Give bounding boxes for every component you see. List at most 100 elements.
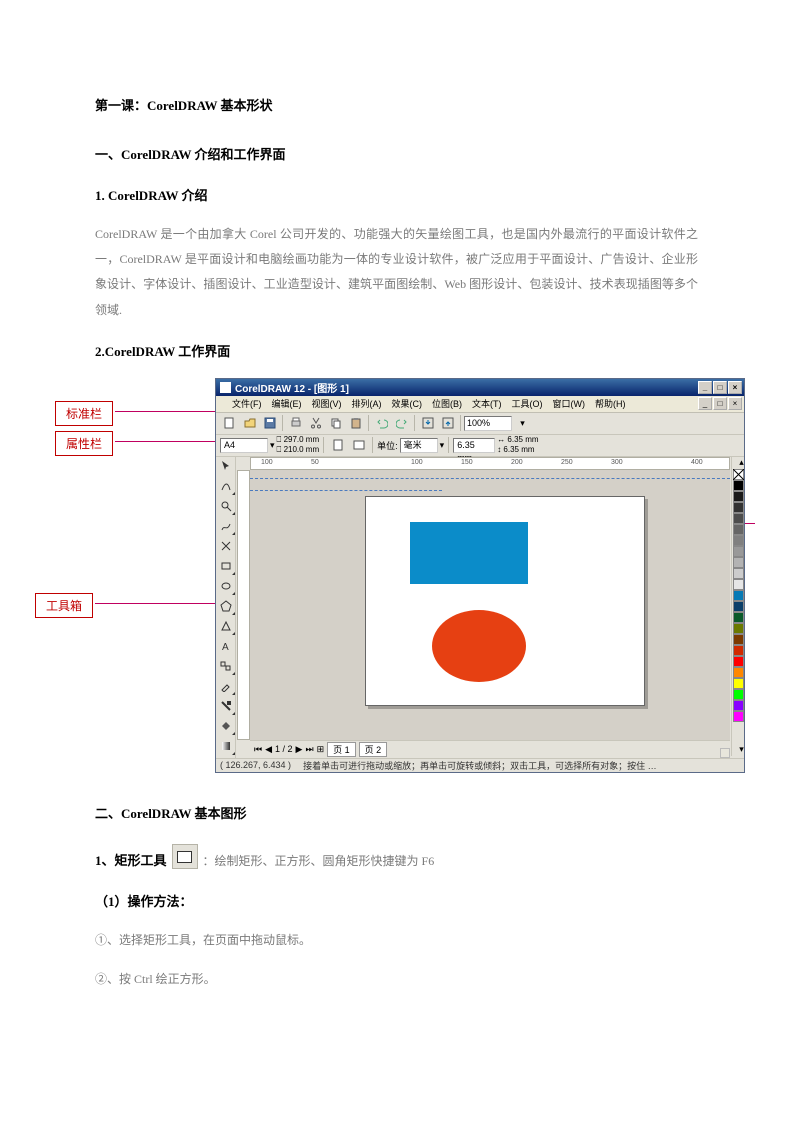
swatch[interactable]: [733, 623, 744, 634]
page-navigator: ⏮ ◀ 1 / 2 ▶ ⏭ ⊞ 页 1 页 2: [250, 740, 730, 758]
swatch[interactable]: [733, 678, 744, 689]
rectangle-tool-inline-icon: [172, 844, 198, 869]
shape-tool-icon[interactable]: [216, 477, 236, 497]
swatch[interactable]: [733, 645, 744, 656]
swatch[interactable]: [733, 579, 744, 590]
outline-tool-icon[interactable]: [216, 697, 236, 717]
menu-file[interactable]: 文件(F): [232, 397, 262, 410]
undo-icon[interactable]: [372, 414, 391, 432]
canvas[interactable]: [250, 470, 730, 740]
import-icon[interactable]: [418, 414, 437, 432]
page-tab-2[interactable]: 页 2: [359, 742, 388, 757]
swatch[interactable]: [733, 535, 744, 546]
swatch[interactable]: [733, 667, 744, 678]
basic-shapes-tool-icon[interactable]: [216, 617, 236, 637]
close-button[interactable]: ×: [728, 381, 742, 394]
swatch[interactable]: [733, 546, 744, 557]
minimize-button[interactable]: _: [698, 381, 712, 394]
menu-tools[interactable]: 工具(O): [512, 397, 543, 410]
zoom-field[interactable]: 100%: [464, 416, 512, 431]
freehand-tool-icon[interactable]: [216, 517, 236, 537]
color-palette: ▴: [731, 457, 744, 756]
menu-text[interactable]: 文本(T): [472, 397, 502, 410]
pick-tool-icon[interactable]: [216, 457, 236, 477]
menu-help[interactable]: 帮助(H): [595, 397, 626, 410]
label-standard-bar: 标准栏: [55, 401, 113, 426]
eyedropper-tool-icon[interactable]: [216, 677, 236, 697]
swatch[interactable]: [733, 656, 744, 667]
swatch-none[interactable]: [733, 469, 744, 480]
menu-window[interactable]: 窗口(W): [553, 397, 586, 410]
swatch[interactable]: [733, 634, 744, 645]
paper-field[interactable]: A4: [220, 438, 268, 453]
operation-step-1: ①、选择矩形工具，在页面中拖动鼠标。: [95, 928, 698, 953]
unit-label: 单位:: [377, 439, 398, 452]
horizontal-ruler[interactable]: 100 50 100 150 200 250 300 400: [250, 457, 730, 470]
swatch[interactable]: [733, 612, 744, 623]
interactive-blend-tool-icon[interactable]: [216, 657, 236, 677]
mdi-close-button[interactable]: ×: [728, 397, 742, 410]
redo-icon[interactable]: [392, 414, 411, 432]
menu-edit[interactable]: 编辑(E): [272, 397, 302, 410]
zoom-tool-icon[interactable]: [216, 497, 236, 517]
cursor-coords: ( 126.267, 6.434 ): [220, 760, 291, 770]
nudge-field[interactable]: 6.35 mm: [453, 438, 495, 453]
operation-step-2: ②、按 Ctrl 绘正方形。: [95, 967, 698, 992]
last-page-icon[interactable]: ⏭: [305, 744, 313, 755]
menu-bitmaps[interactable]: 位图(B): [432, 397, 462, 410]
paste-icon[interactable]: [346, 414, 365, 432]
swatch[interactable]: [733, 480, 744, 491]
smart-draw-tool-icon[interactable]: [216, 537, 236, 557]
menu-effects[interactable]: 效果(C): [392, 397, 423, 410]
page-width[interactable]: 297.0 mm: [284, 435, 320, 444]
new-icon[interactable]: [220, 414, 239, 432]
swatch[interactable]: [733, 601, 744, 612]
blue-rectangle-shape[interactable]: [410, 522, 528, 584]
text-tool-icon[interactable]: A: [216, 637, 236, 657]
swatch[interactable]: [733, 502, 744, 513]
swatch[interactable]: [733, 568, 744, 579]
ellipse-tool-icon[interactable]: [216, 577, 236, 597]
mdi-minimize-button[interactable]: _: [698, 397, 712, 410]
export-icon[interactable]: [438, 414, 457, 432]
fill-tool-icon[interactable]: [216, 717, 236, 737]
copy-icon[interactable]: [326, 414, 345, 432]
page-tab-1[interactable]: 页 1: [327, 742, 356, 757]
rectangle-tool-icon[interactable]: [216, 557, 236, 577]
page-height[interactable]: 210.0 mm: [284, 445, 320, 454]
unit-field[interactable]: 毫米: [400, 438, 438, 453]
section-2-heading: 二、CorelDRAW 基本图形: [95, 803, 698, 822]
first-page-icon[interactable]: ⏮: [254, 744, 262, 755]
add-page-icon[interactable]: ⊞: [317, 744, 325, 755]
swatch[interactable]: [733, 513, 744, 524]
swatch[interactable]: [733, 491, 744, 502]
swatch[interactable]: [733, 700, 744, 711]
cut-icon[interactable]: [306, 414, 325, 432]
red-ellipse-shape[interactable]: [432, 610, 526, 682]
status-bar: ( 126.267, 6.434 ) 接着单击可进行拖动或缩放；再单击可旋转或倾…: [216, 758, 744, 772]
svg-text:A: A: [222, 642, 229, 652]
polygon-tool-icon[interactable]: [216, 597, 236, 617]
landscape-icon[interactable]: [349, 436, 368, 454]
workspace-figure: 标准栏 属性栏 标尺 工具箱 调色板 CorelDRAW 12 - [图形 1]…: [95, 378, 698, 773]
mdi-restore-button[interactable]: □: [713, 397, 727, 410]
print-icon[interactable]: [286, 414, 305, 432]
zoom-dropdown-icon[interactable]: ▾: [513, 414, 532, 432]
open-icon[interactable]: [240, 414, 259, 432]
prev-page-icon[interactable]: ◀: [265, 744, 272, 755]
maximize-button[interactable]: □: [713, 381, 727, 394]
interactive-fill-tool-icon[interactable]: [216, 737, 236, 757]
next-page-icon[interactable]: ▶: [296, 744, 303, 755]
vertical-ruler[interactable]: [237, 470, 250, 740]
palette-up-icon[interactable]: ▴: [732, 457, 745, 469]
palette-down-icon[interactable]: ▾: [732, 744, 745, 756]
swatch[interactable]: [733, 689, 744, 700]
portrait-icon[interactable]: [328, 436, 347, 454]
menu-view[interactable]: 视图(V): [312, 397, 342, 410]
menu-arrange[interactable]: 排列(A): [352, 397, 382, 410]
swatch[interactable]: [733, 524, 744, 535]
swatch[interactable]: [733, 590, 744, 601]
swatch[interactable]: [733, 711, 744, 722]
save-icon[interactable]: [260, 414, 279, 432]
swatch[interactable]: [733, 557, 744, 568]
